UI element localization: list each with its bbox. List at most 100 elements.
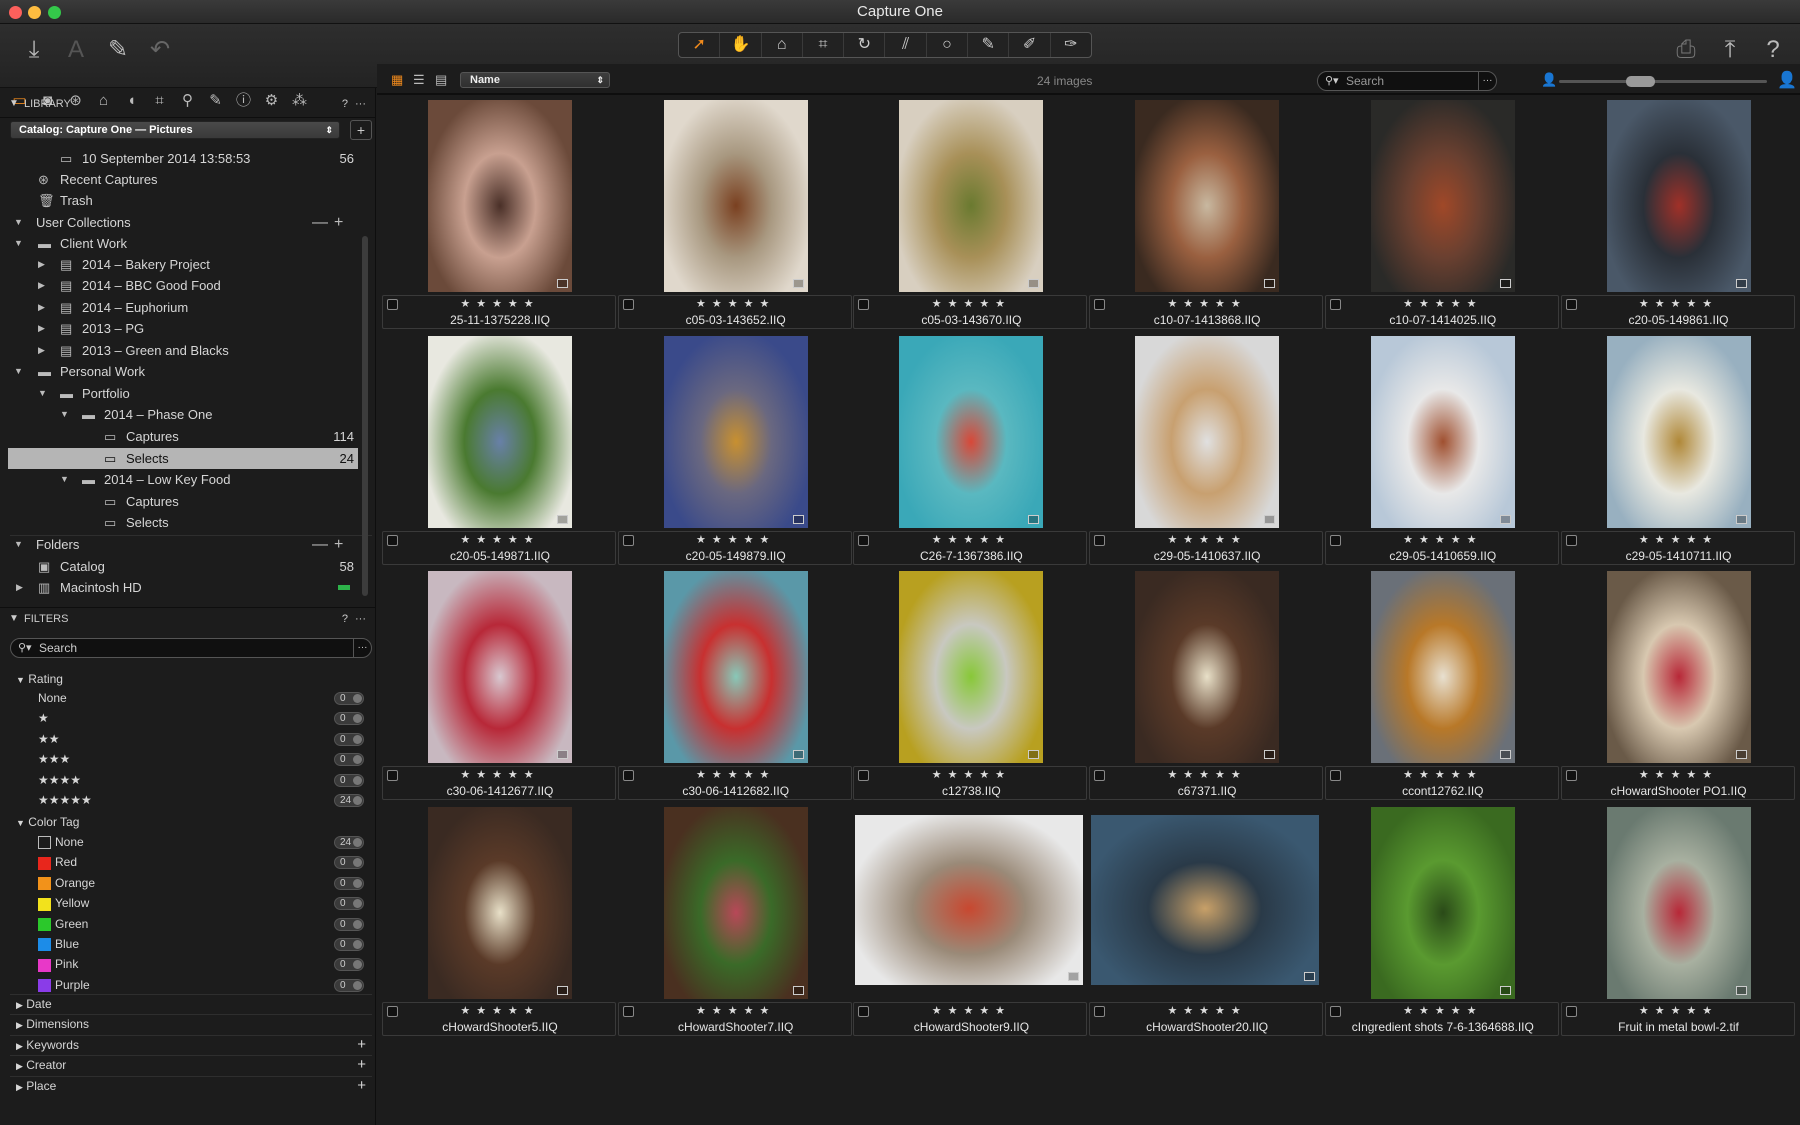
folder-item-catalog[interactable]: ▣ Catalog 58 bbox=[8, 556, 358, 577]
tree-item-captures-2[interactable]: ▭ Captures bbox=[8, 491, 358, 512]
loupe-icon[interactable]: ⌂ bbox=[762, 33, 803, 57]
image-thumbnail[interactable] bbox=[428, 806, 572, 999]
list-view-icon[interactable]: ☰ bbox=[413, 73, 429, 87]
image-thumbnail[interactable] bbox=[899, 100, 1044, 292]
image-thumbnail-cell[interactable]: ★★★★★ c05-03-143652.IIQ bbox=[617, 96, 853, 330]
image-thumbnail-cell[interactable]: ★★★★★ c05-03-143670.IIQ bbox=[853, 96, 1088, 330]
image-thumbnail[interactable] bbox=[1606, 335, 1751, 528]
import-icon[interactable]: ⤓ bbox=[18, 34, 50, 66]
tree-item-bbc[interactable]: ▶ ▤ 2014 – BBC Good Food bbox=[8, 275, 358, 296]
color-tag-filter-header[interactable]: ▼ Color Tag bbox=[16, 813, 79, 831]
filter-section-header[interactable]: ▶ Date bbox=[16, 995, 366, 1013]
export-icon[interactable]: ⤒ bbox=[1714, 34, 1746, 66]
image-thumbnail-cell[interactable]: ★★★★★ c20-05-149871.IIQ bbox=[382, 332, 616, 566]
folder-item-macintosh-hd[interactable]: ▶ ▥ Macintosh HD bbox=[8, 577, 358, 598]
close-window-button[interactable] bbox=[9, 6, 22, 19]
color-tag-filter-row[interactable]: Orange 0 bbox=[38, 874, 364, 893]
color-picker-icon[interactable]: ✐ bbox=[1009, 33, 1051, 57]
add-folder-button[interactable]: + bbox=[334, 534, 343, 555]
color-tag-filter-row[interactable]: Purple 0 bbox=[38, 976, 364, 995]
image-thumbnail[interactable] bbox=[1606, 100, 1751, 292]
image-thumbnail-cell[interactable]: ★★★★★ c30-06-1412682.IIQ bbox=[617, 567, 853, 801]
image-thumbnail[interactable] bbox=[663, 335, 808, 528]
star-rating[interactable]: ★★★★★ bbox=[383, 1003, 617, 1019]
star-rating[interactable]: ★★★★★ bbox=[383, 767, 617, 783]
star-rating[interactable]: ★★★★★ bbox=[854, 296, 1088, 312]
crop-icon[interactable]: ⌗ bbox=[803, 33, 845, 57]
filters-more-button[interactable]: ··· bbox=[355, 610, 366, 628]
image-thumbnail[interactable] bbox=[855, 814, 1084, 985]
image-thumbnail-cell[interactable]: ★★★★★ cIngredient shots 7-6-1364688.IIQ bbox=[1324, 803, 1559, 1037]
star-rating[interactable]: ★★★★★ bbox=[1090, 296, 1324, 312]
image-thumbnail-cell[interactable]: ★★★★★ cHowardShooter9.IIQ bbox=[853, 803, 1088, 1037]
image-thumbnail-cell[interactable]: ★★★★★ c10-07-1413868.IIQ bbox=[1089, 96, 1324, 330]
image-thumbnail-cell[interactable]: ★★★★★ cHowardShooter PO1.IIQ bbox=[1560, 567, 1796, 801]
color-tag-filter-row[interactable]: Yellow 0 bbox=[38, 894, 364, 913]
print-icon[interactable]: ⎙ bbox=[1670, 34, 1702, 66]
slider-knob[interactable] bbox=[1625, 76, 1655, 87]
filter-section-header[interactable]: ▶ Place + bbox=[16, 1077, 366, 1095]
color-tag-filter-row[interactable]: None 24 bbox=[38, 833, 364, 852]
star-rating[interactable]: ★★★★★ bbox=[1326, 296, 1560, 312]
rating-filter-row[interactable]: ★★★★★ 24 bbox=[38, 791, 364, 810]
image-thumbnail[interactable] bbox=[1606, 571, 1751, 763]
image-thumbnail-cell[interactable]: ★★★★★ cHowardShooter7.IIQ bbox=[617, 803, 852, 1037]
image-thumbnail[interactable] bbox=[428, 100, 572, 292]
rating-filter-row[interactable]: ★★★ 0 bbox=[38, 750, 364, 769]
image-thumbnail-cell[interactable]: ★★★★★ c20-05-149861.IIQ bbox=[1560, 96, 1796, 330]
star-rating[interactable]: ★★★★★ bbox=[1562, 296, 1796, 312]
image-thumbnail[interactable] bbox=[663, 571, 808, 763]
image-thumbnail[interactable] bbox=[428, 571, 572, 763]
filter-section-header[interactable]: ▶ Keywords + bbox=[16, 1036, 366, 1054]
spot-icon[interactable]: ○ bbox=[927, 33, 969, 57]
tree-item-selects-2[interactable]: ▭ Selects bbox=[8, 512, 358, 533]
star-rating[interactable]: ★★★★★ bbox=[1090, 767, 1324, 783]
filters-search-input[interactable]: ⚲▾ Search ··· bbox=[10, 638, 372, 658]
tree-item-phase-one[interactable]: ▼ ▬ 2014 – Phase One bbox=[8, 404, 358, 425]
text-icon[interactable]: A bbox=[60, 34, 92, 66]
image-thumbnail[interactable] bbox=[1370, 571, 1515, 763]
filmstrip-view-icon[interactable]: ▤ bbox=[435, 73, 451, 87]
add-catalog-button[interactable]: + bbox=[350, 120, 372, 140]
add-filter-button[interactable]: + bbox=[357, 1077, 366, 1095]
image-thumbnail-cell[interactable]: ★★★★★ ccont12762.IIQ bbox=[1324, 567, 1560, 801]
image-thumbnail[interactable] bbox=[663, 806, 808, 999]
image-thumbnail-cell[interactable]: ★★★★★ c29-05-1410637.IIQ bbox=[1089, 332, 1324, 566]
tree-item-green-and-blacks[interactable]: ▶ ▤ 2013 – Green and Blacks bbox=[8, 340, 358, 361]
star-rating[interactable]: ★★★★★ bbox=[383, 532, 617, 548]
star-rating[interactable]: ★★★★★ bbox=[619, 296, 853, 312]
add-collection-button[interactable]: + bbox=[334, 212, 343, 233]
star-rating[interactable]: ★★★★★ bbox=[1562, 767, 1796, 783]
tree-item-client-work[interactable]: ▼ ▬ Client Work bbox=[8, 233, 358, 254]
star-rating[interactable]: ★★★★★ bbox=[854, 1003, 1088, 1019]
list-item-recent-captures[interactable]: ⊛ Recent Captures bbox=[8, 169, 358, 190]
tree-item-pg[interactable]: ▶ ▤ 2013 – PG bbox=[8, 318, 358, 339]
browser-search-input[interactable]: ⚲▾ Search ··· bbox=[1317, 71, 1497, 91]
keystone-icon[interactable]: ⫽ bbox=[885, 33, 927, 57]
image-thumbnail[interactable] bbox=[1135, 571, 1280, 763]
minimize-window-button[interactable] bbox=[28, 6, 41, 19]
star-rating[interactable]: ★★★★★ bbox=[619, 767, 853, 783]
thumbnail-size-slider[interactable] bbox=[1559, 76, 1767, 87]
tree-item-euphorium[interactable]: ▶ ▤ 2014 – Euphorium bbox=[8, 297, 358, 318]
star-rating[interactable]: ★★★★★ bbox=[854, 532, 1088, 548]
select-icon[interactable]: ➚ bbox=[679, 33, 721, 57]
tree-item-low-key-food[interactable]: ▼ ▬ 2014 – Low Key Food bbox=[8, 469, 358, 490]
image-thumbnail-cell[interactable]: ★★★★★ c20-05-149879.IIQ bbox=[617, 332, 852, 566]
list-item-import[interactable]: ▭ 10 September 2014 13:58:53 56 bbox=[8, 148, 358, 169]
color-tag-filter-row[interactable]: Green 0 bbox=[38, 915, 364, 934]
rotate-icon[interactable]: ↻ bbox=[844, 33, 886, 57]
image-thumbnail[interactable] bbox=[663, 100, 808, 292]
image-thumbnail[interactable] bbox=[899, 335, 1044, 528]
star-rating[interactable]: ★★★★★ bbox=[1326, 767, 1560, 783]
filters-section-header[interactable]: ▼ FILTERS ? ··· bbox=[0, 610, 376, 628]
image-thumbnail[interactable] bbox=[1370, 806, 1515, 999]
tree-item-selects-selected[interactable]: ▭ Selects 24 bbox=[8, 448, 358, 469]
pan-icon[interactable]: ✋ bbox=[720, 33, 762, 57]
image-thumbnail[interactable] bbox=[428, 335, 572, 528]
tree-item-captures[interactable]: ▭ Captures 114 bbox=[8, 426, 358, 447]
rating-filter-row[interactable]: ★ 0 bbox=[38, 709, 364, 728]
user-collections-header[interactable]: ▼ User Collections — + bbox=[8, 212, 358, 233]
remove-collection-button[interactable]: — bbox=[312, 212, 328, 233]
star-rating[interactable]: ★★★★★ bbox=[1090, 1003, 1324, 1019]
